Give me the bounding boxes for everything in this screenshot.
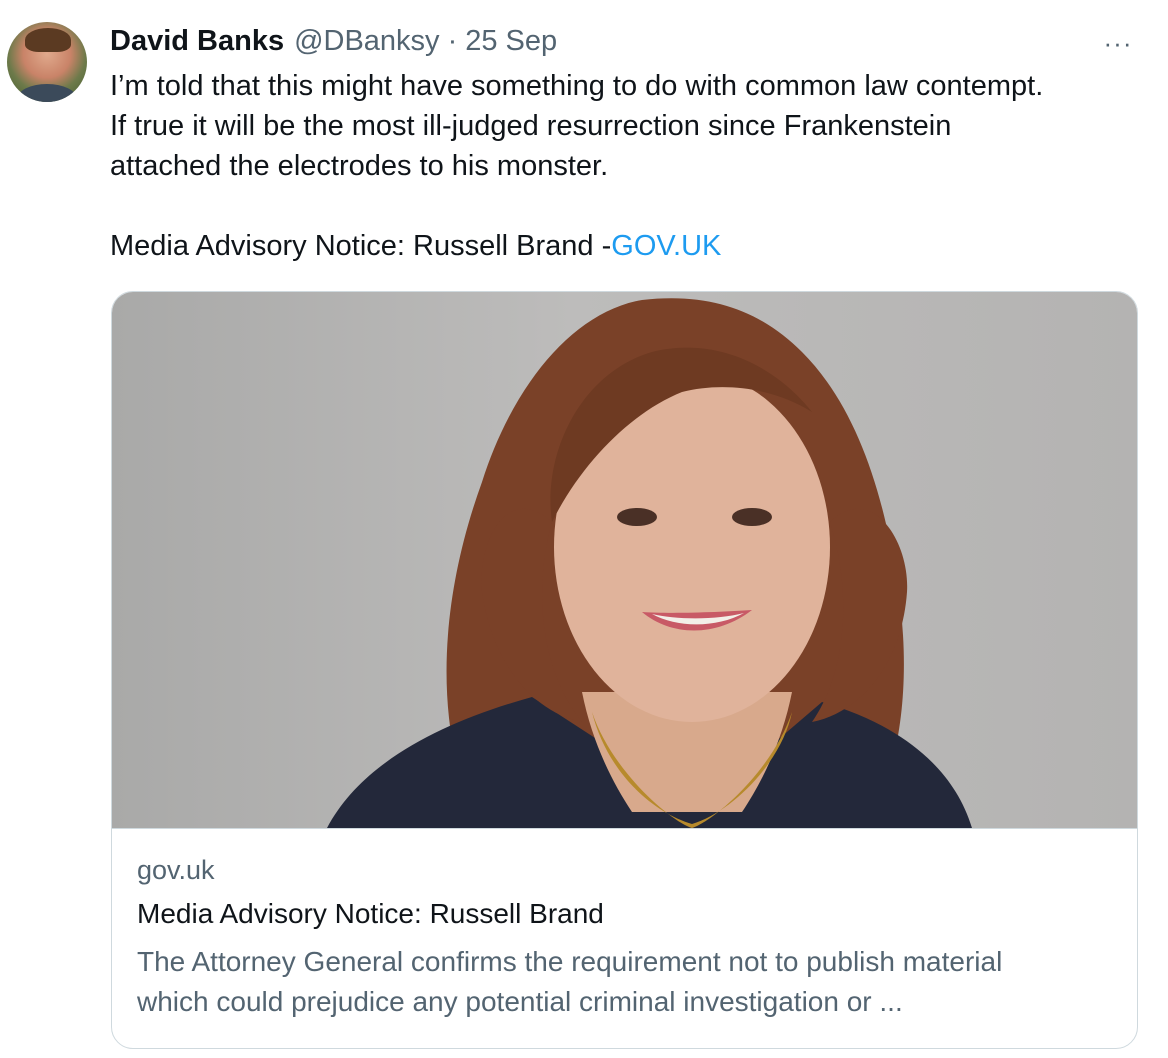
card-title: Media Advisory Notice: Russell Brand (137, 898, 604, 929)
card-domain: gov.uk (137, 855, 215, 885)
card-description-line: The Attorney General confirms the requir… (137, 946, 1003, 977)
card-description-line: which could prejudice any potential crim… (137, 986, 903, 1017)
card-image[interactable] (112, 292, 1137, 829)
avatar[interactable] (7, 22, 87, 102)
link-preview-card[interactable]: gov.uk Media Advisory Notice: Russell Br… (111, 291, 1138, 1049)
gov-uk-link[interactable]: GOV.UK (611, 230, 721, 262)
card-description: The Attorney General confirms the requir… (137, 942, 1127, 1022)
tweet-text: I’m told that this might have something … (110, 66, 1150, 266)
tweet-link-line: Media Advisory Notice: Russell Brand -GO… (110, 226, 1150, 266)
tweet-header: David Banks @DBanksy · 25 Sep (110, 22, 557, 60)
link-prefix-text: Media Advisory Notice: Russell Brand - (110, 230, 612, 262)
header-separator: · (447, 24, 458, 57)
tweet-text-line: I’m told that this might have something … (110, 70, 1044, 102)
portrait-photo (327, 298, 972, 828)
tweet-text-line: attached the electrodes to his monster. (110, 150, 609, 182)
tweet[interactable]: David Banks @DBanksy · 25 Sep ··· I’m to… (0, 0, 1168, 1058)
avatar-shirt (17, 84, 77, 102)
author-name[interactable]: David Banks (110, 25, 284, 58)
more-options-icon[interactable]: ··· (1100, 28, 1136, 58)
author-handle[interactable]: @DBanksy (294, 25, 439, 58)
tweet-date[interactable]: 25 Sep (465, 25, 557, 58)
tweet-text-line: If true it will be the most ill-judged r… (110, 110, 952, 142)
avatar-hair (25, 28, 71, 52)
